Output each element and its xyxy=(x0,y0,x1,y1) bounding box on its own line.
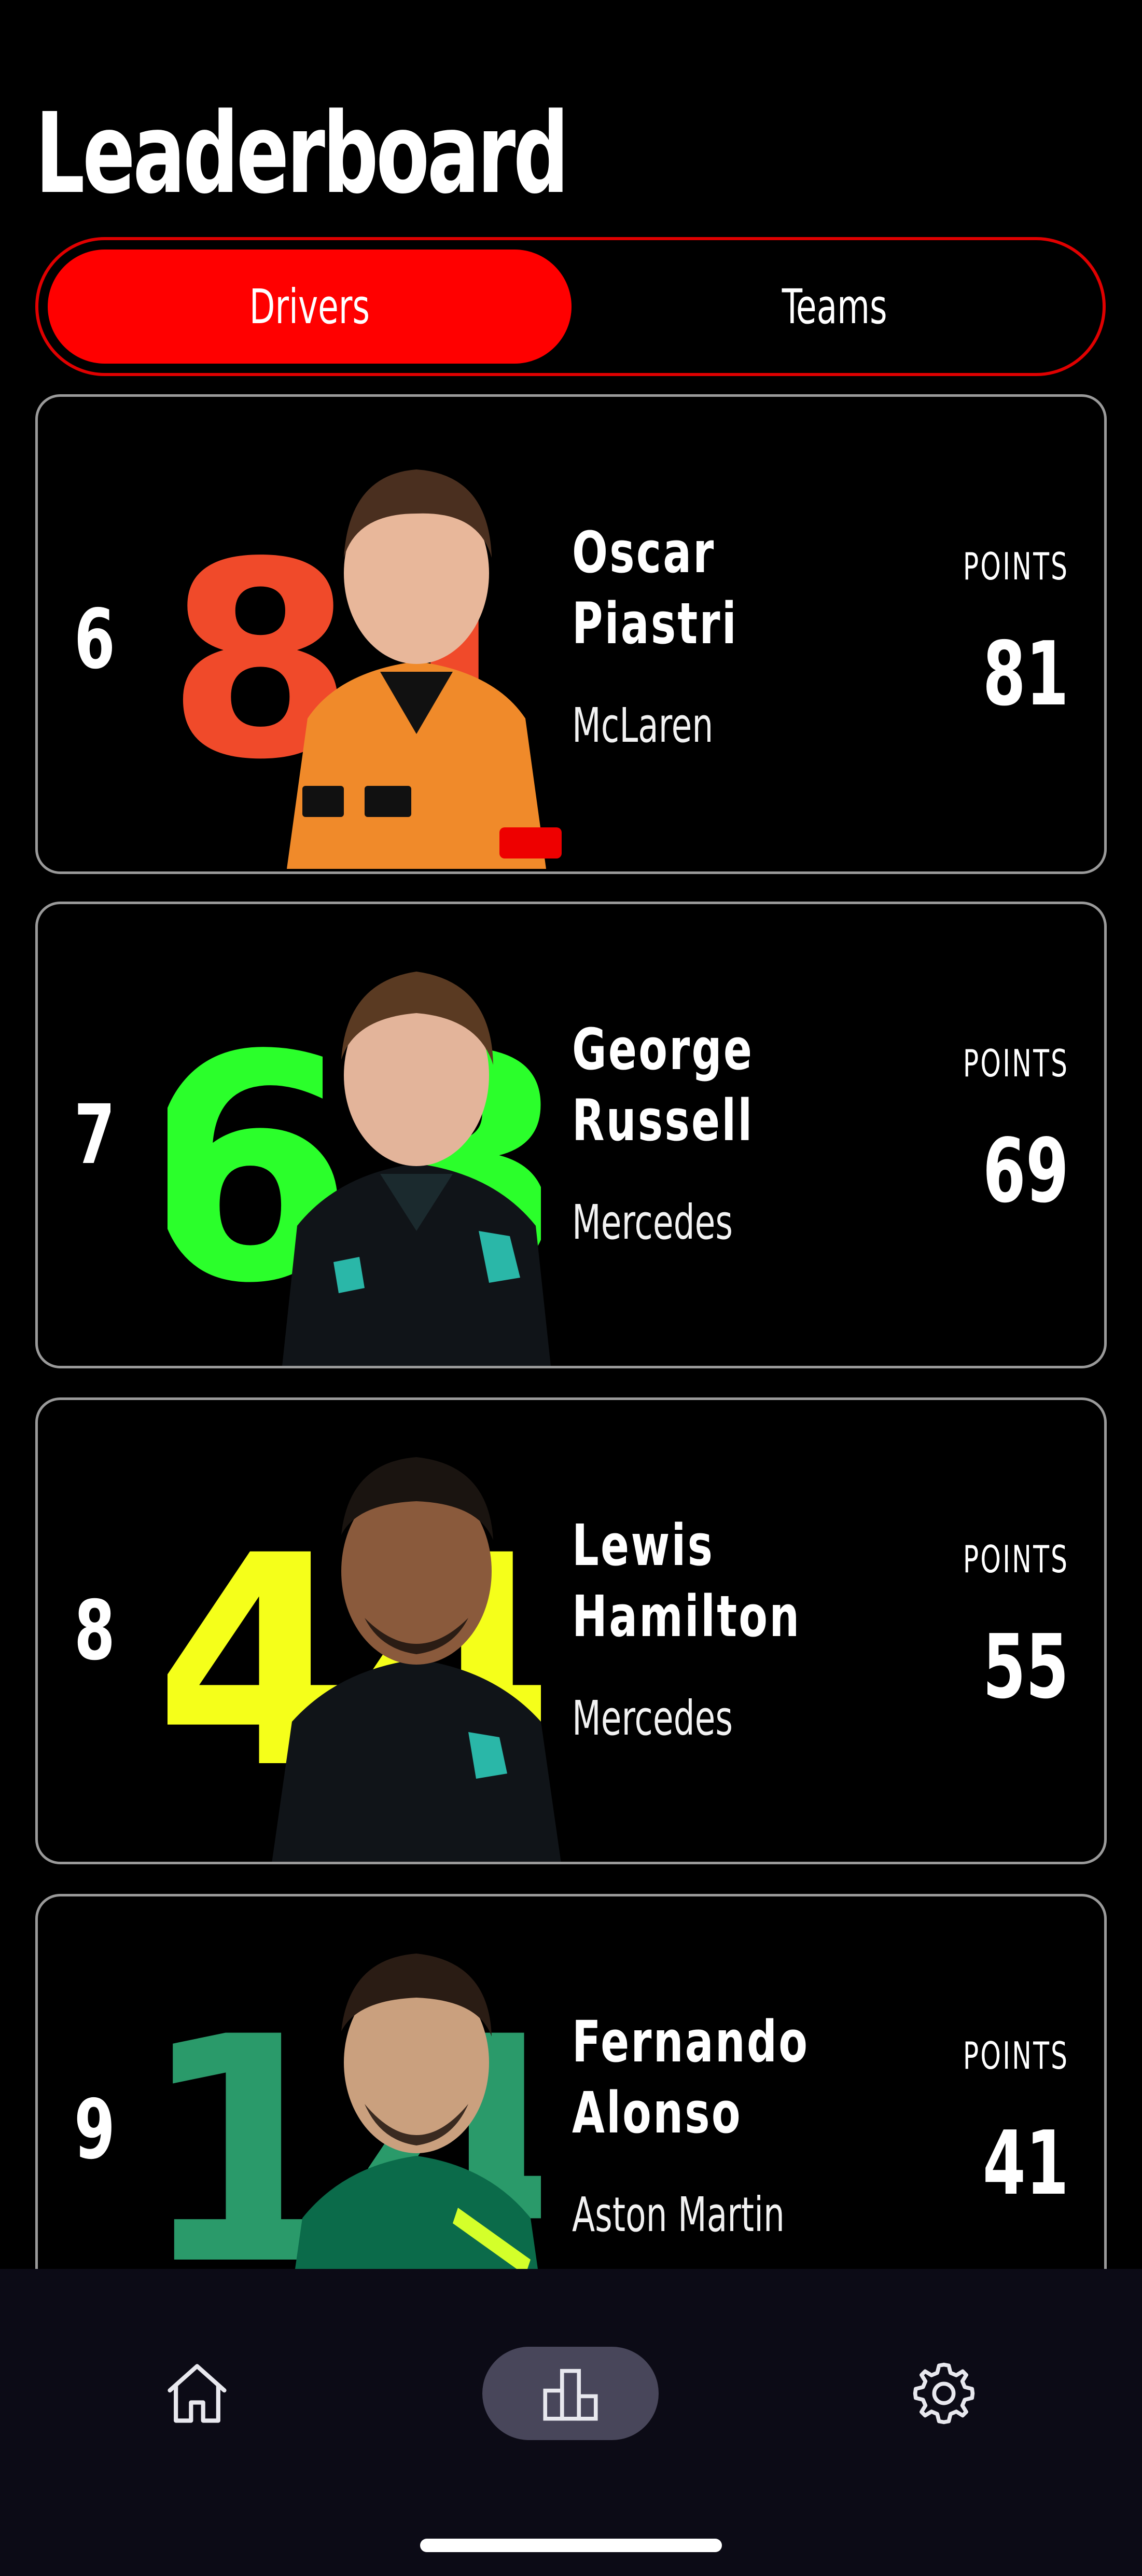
driver-card[interactable]: 6 81 Oscar Piastri McLaren POINTS 81 xyxy=(35,394,1107,874)
driver-points: 81 xyxy=(982,623,1069,726)
points-label: POINTS xyxy=(963,2034,1069,2078)
driver-first-name: Fernando xyxy=(572,2009,810,2075)
home-indicator xyxy=(420,2539,722,2552)
tab-drivers[interactable]: Drivers xyxy=(48,250,572,364)
driver-first-name: George xyxy=(572,1016,754,1083)
nav-leaderboard[interactable] xyxy=(482,2347,659,2440)
driver-first-name: Lewis xyxy=(572,1512,715,1578)
driver-photo xyxy=(209,402,624,869)
bottom-navigation xyxy=(0,2269,1142,2576)
driver-first-name: Oscar xyxy=(572,519,716,586)
driver-team: Mercedes xyxy=(572,1691,733,1746)
driver-card[interactable]: 8 44 Lewis Hamilton Mercedes POINTS 55 xyxy=(35,1397,1107,1864)
driver-team: Mercedes xyxy=(572,1195,733,1250)
driver-portrait-icon xyxy=(287,469,562,869)
driver-last-name: Russell xyxy=(572,1087,754,1154)
points-label: POINTS xyxy=(963,1042,1069,1085)
driver-points: 41 xyxy=(982,2112,1069,2215)
nav-home[interactable] xyxy=(135,2347,259,2440)
nav-settings[interactable] xyxy=(882,2347,1006,2440)
driver-last-name: Hamilton xyxy=(572,1583,801,1650)
page-title: Leaderboard xyxy=(35,89,569,218)
driver-portrait-icon xyxy=(282,972,551,1366)
leaderboard-icon xyxy=(543,2369,598,2421)
driver-card[interactable]: 7 63 George Russell Mercedes POINTS 69 xyxy=(35,902,1107,1368)
driver-photo xyxy=(209,904,624,1366)
driver-points: 69 xyxy=(982,1120,1069,1223)
driver-photo xyxy=(209,1400,624,1862)
driver-portrait-icon xyxy=(272,1457,561,1862)
driver-rank: 6 xyxy=(74,591,116,687)
driver-team: McLaren xyxy=(572,698,714,753)
driver-rank: 7 xyxy=(74,1087,116,1183)
points-label: POINTS xyxy=(963,1538,1069,1581)
points-label: POINTS xyxy=(963,545,1069,588)
driver-team-toggle: Drivers Teams xyxy=(35,237,1106,376)
driver-last-name: Piastri xyxy=(572,590,738,657)
home-icon xyxy=(168,2364,227,2423)
driver-team: Aston Martin xyxy=(572,2187,785,2242)
settings-icon xyxy=(913,2362,975,2425)
tab-teams[interactable]: Teams xyxy=(573,250,1096,364)
driver-last-name: Alonso xyxy=(572,2080,742,2146)
driver-points: 55 xyxy=(982,1616,1069,1719)
driver-rank: 8 xyxy=(74,1583,116,1679)
